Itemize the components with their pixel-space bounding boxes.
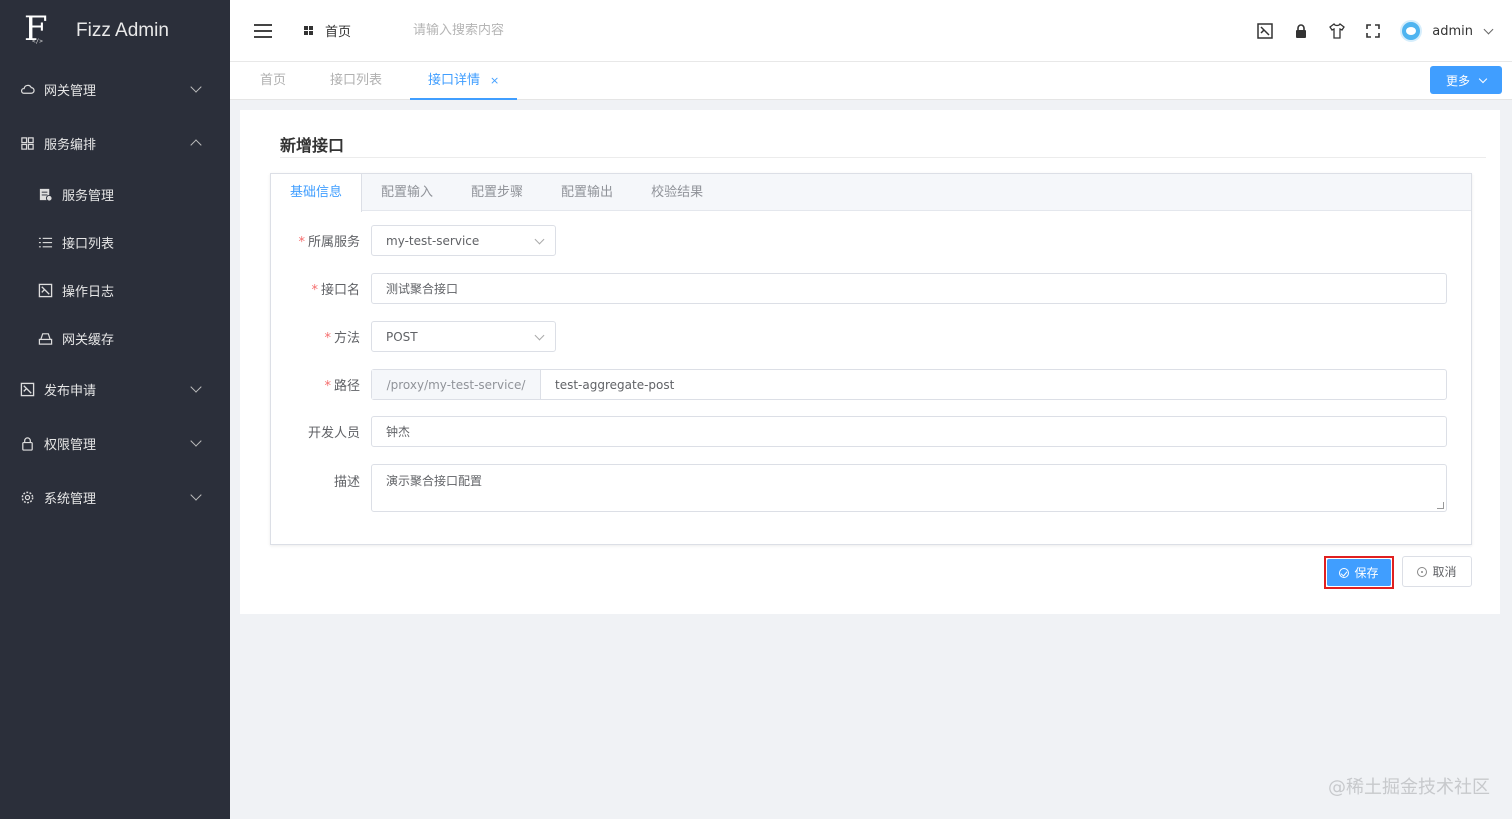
chevron-down-icon [190,489,202,501]
sidebar-item-gateway[interactable]: 网关管理 [0,62,230,116]
form-tabs: 基础信息 配置输入 配置步骤 配置输出 校验结果 [271,174,1471,212]
service-select[interactable]: my-test-service [371,225,556,256]
screenshot-icon[interactable] [1256,22,1274,40]
fullscreen-icon[interactable] [1364,22,1382,40]
page-title: 新增接口 [280,136,345,155]
path-input[interactable]: test-aggregate-post [541,370,1446,399]
field-service: * 所属服务 my-test-service [271,225,556,256]
avatar[interactable] [1400,20,1423,42]
publish-icon [20,382,35,397]
field-path: * 路径 /proxy/my-test-service/ test-aggrega… [271,369,1447,400]
sidebar-item-operation-log[interactable]: 操作日志 [0,266,230,314]
tab-config-steps[interactable]: 配置步骤 [452,174,542,211]
field-description: 描述 演示聚合接口配置 [271,464,1447,512]
form-panel: 基础信息 配置输入 配置步骤 配置输出 校验结果 * 所属服务 my-test-s… [270,173,1472,545]
tab-api-detail[interactable]: 接口详情 × [410,62,518,100]
chevron-down-icon [1478,74,1488,83]
cache-icon [38,331,53,346]
field-api-name: * 接口名 测试聚合接口 [271,273,1447,304]
page-tabs-bar: 首页 接口列表 接口详情 × 更多 [230,62,1512,100]
chevron-down-icon [190,81,202,93]
breadcrumb-home[interactable]: 首页 [304,21,351,40]
menu-toggle-icon[interactable] [254,23,272,38]
document-icon [38,187,53,202]
check-circle-icon [1339,567,1350,578]
lock-icon [20,436,35,451]
tab-validation-result[interactable]: 校验结果 [632,174,722,211]
logo-icon: F </> [24,9,48,49]
grid-icon [20,136,35,151]
chevron-down-icon[interactable] [1483,24,1494,34]
sidebar-item-permission[interactable]: 权限管理 [0,416,230,470]
save-button[interactable]: 保存 [1324,556,1394,589]
tab-api-list[interactable]: 接口列表 [330,62,382,100]
sidebar-item-gateway-cache[interactable]: 网关缓存 [0,314,230,362]
apps-icon [304,26,313,35]
sidebar-item-publish[interactable]: 发布申请 [0,362,230,416]
required-mark: * [311,283,318,298]
user-name[interactable]: admin [1432,24,1473,39]
method-select[interactable]: POST [371,321,556,352]
main-card: 新增接口 基础信息 配置输入 配置步骤 配置输出 校验结果 * 所属服务 my-t… [240,110,1500,614]
tab-config-input[interactable]: 配置输入 [362,174,452,211]
search-input[interactable] [413,23,614,38]
sidebar-item-orchestration[interactable]: 服务编排 [0,116,230,170]
logo[interactable]: F </> Fizz Admin [0,0,230,62]
top-header: 首页 admin [230,0,1512,62]
chevron-down-icon [534,330,545,341]
close-icon[interactable]: × [490,74,499,87]
sidebar-item-service-manage[interactable]: 服务管理 [0,170,230,218]
chevron-up-icon [190,139,202,151]
watermark: @稀土掘金技术社区 [1328,777,1490,798]
chevron-down-icon [190,381,202,393]
cloud-icon [20,82,35,97]
developer-input[interactable]: 钟杰 [371,416,1447,447]
field-method: * 方法 POST [271,321,556,352]
chevron-down-icon [534,234,545,245]
circle-icon [1417,566,1428,577]
app-title: Fizz Admin [76,20,169,41]
skin-icon[interactable] [1328,22,1346,40]
field-developer: 开发人员 钟杰 [271,416,1447,447]
tab-home[interactable]: 首页 [260,62,286,100]
path-input-group: /proxy/my-test-service/ test-aggregate-p… [371,369,1447,400]
sidebar-item-api-list[interactable]: 接口列表 [0,218,230,266]
log-icon [38,283,53,298]
path-prefix: /proxy/my-test-service/ [372,370,541,399]
required-mark: * [324,331,331,346]
required-mark: * [298,235,305,250]
sidebar-item-system[interactable]: 系统管理 [0,470,230,524]
sidebar: F </> Fizz Admin 网关管理 服务编排 服务管理 接口列表 操作日志 [0,0,230,819]
chevron-down-icon [190,435,202,447]
resize-handle-icon[interactable] [1437,502,1444,509]
divider [280,157,1486,158]
more-button[interactable]: 更多 [1430,66,1502,94]
cancel-button[interactable]: 取消 [1402,556,1472,587]
tab-basic-info[interactable]: 基础信息 [271,174,363,212]
lock-icon[interactable] [1292,22,1310,40]
description-textarea[interactable]: 演示聚合接口配置 [371,464,1447,512]
required-mark: * [324,379,331,394]
api-name-input[interactable]: 测试聚合接口 [371,273,1447,304]
tab-config-output[interactable]: 配置输出 [542,174,632,211]
list-icon [38,235,53,250]
gear-icon [20,490,35,505]
